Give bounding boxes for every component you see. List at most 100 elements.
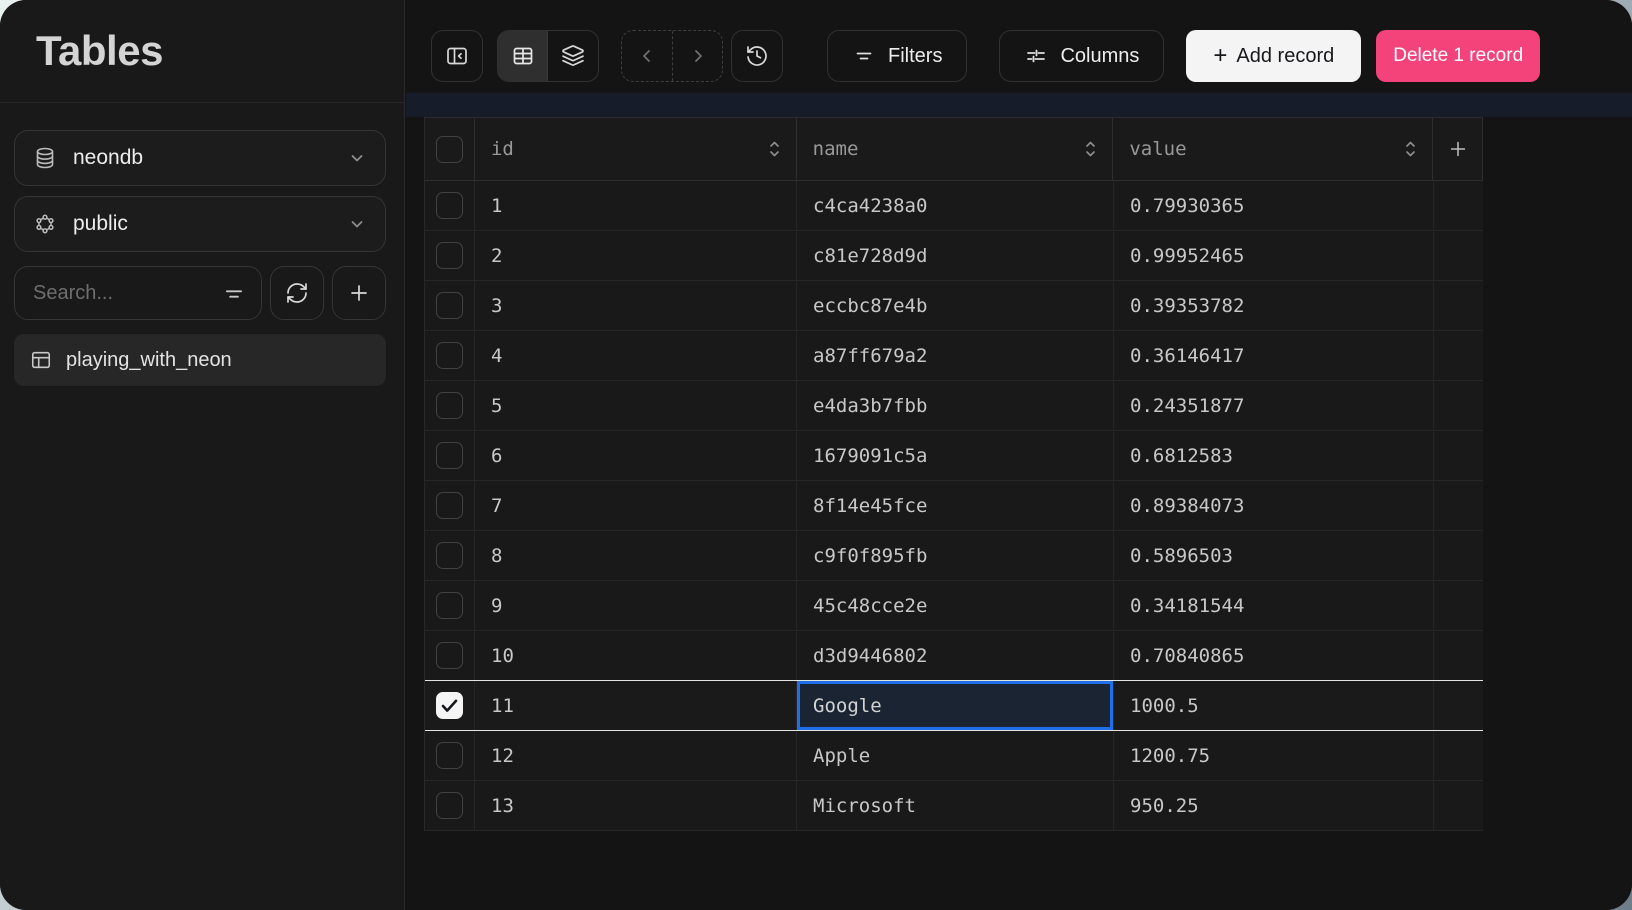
- row-checkbox[interactable]: [425, 481, 475, 530]
- cell-name[interactable]: Microsoft: [797, 781, 1114, 830]
- cell-name[interactable]: e4da3b7fbb: [797, 381, 1114, 430]
- add-table-button[interactable]: [332, 266, 386, 320]
- cell-name[interactable]: c4ca4238a0: [797, 181, 1114, 230]
- schema-select[interactable]: public: [14, 196, 386, 252]
- cell-id[interactable]: 7: [475, 481, 797, 530]
- cell-name[interactable]: c9f0f895fb: [797, 531, 1114, 580]
- cell-name[interactable]: 8f14e45fce: [797, 481, 1114, 530]
- row-checkbox-checked[interactable]: [425, 681, 475, 730]
- table-row: 3 eccbc87e4b 0.39353782: [425, 281, 1483, 331]
- cell-name[interactable]: a87ff679a2: [797, 331, 1114, 380]
- filters-button-label: Filters: [888, 45, 942, 68]
- cell-id[interactable]: 4: [475, 331, 797, 380]
- add-column-button[interactable]: [1433, 118, 1483, 181]
- cell-value[interactable]: 0.36146417: [1114, 331, 1434, 380]
- row-checkbox[interactable]: [425, 431, 475, 480]
- refresh-button[interactable]: [270, 266, 324, 320]
- cell-value[interactable]: 0.99952465: [1114, 231, 1434, 280]
- history-icon: [745, 44, 769, 68]
- cell-value[interactable]: 0.24351877: [1114, 381, 1434, 430]
- cell-id[interactable]: 1: [475, 181, 797, 230]
- cell-name[interactable]: 1679091c5a: [797, 431, 1114, 480]
- table-header-row: id name value: [425, 118, 1483, 181]
- row-checkbox[interactable]: [425, 731, 475, 780]
- row-checkbox[interactable]: [425, 381, 475, 430]
- sidebar-header: Tables: [0, 0, 404, 103]
- table-row-selected: 11 Google 1000.5: [425, 680, 1483, 731]
- add-record-button[interactable]: + Add record: [1186, 30, 1361, 82]
- sort-icon: [1083, 138, 1098, 160]
- cell-value[interactable]: 0.79930365: [1114, 181, 1434, 230]
- table-row: 8 c9f0f895fb 0.5896503: [425, 531, 1483, 581]
- chevron-left-icon: [637, 46, 657, 66]
- chevron-down-icon: [347, 148, 367, 168]
- cell-value[interactable]: 0.70840865: [1114, 631, 1434, 680]
- table-top-strip: [406, 93, 1632, 117]
- cell-id[interactable]: 5: [475, 381, 797, 430]
- cell-id[interactable]: 9: [475, 581, 797, 630]
- schema-icon: [33, 212, 57, 236]
- cell-id[interactable]: 3: [475, 281, 797, 330]
- cell-name[interactable]: 45c48cce2e: [797, 581, 1114, 630]
- chevron-down-icon: [347, 214, 367, 234]
- cell-id[interactable]: 11: [475, 681, 797, 730]
- sidebar-item-playing-with-neon[interactable]: playing_with_neon: [14, 334, 386, 386]
- cell-value[interactable]: 1200.75: [1114, 731, 1434, 780]
- layers-view-button[interactable]: [548, 31, 598, 81]
- cell-name[interactable]: d3d9446802: [797, 631, 1114, 680]
- delete-record-button[interactable]: Delete 1 record: [1376, 30, 1540, 82]
- column-header-id[interactable]: id: [475, 118, 797, 181]
- row-checkbox[interactable]: [425, 531, 475, 580]
- row-checkbox[interactable]: [425, 231, 475, 280]
- cell-value[interactable]: 0.89384073: [1114, 481, 1434, 530]
- row-checkbox[interactable]: [425, 331, 475, 380]
- cell-id[interactable]: 2: [475, 231, 797, 280]
- collapse-sidebar-button[interactable]: [431, 30, 483, 82]
- row-checkbox[interactable]: [425, 181, 475, 230]
- record-nav-group: [621, 30, 723, 82]
- table-row: 6 1679091c5a 0.6812583: [425, 431, 1483, 481]
- column-header-name[interactable]: name: [797, 118, 1114, 181]
- table-row: 2 c81e728d9d 0.99952465: [425, 231, 1483, 281]
- cell-id[interactable]: 6: [475, 431, 797, 480]
- cell-id[interactable]: 12: [475, 731, 797, 780]
- select-all-checkbox[interactable]: [425, 118, 475, 181]
- row-checkbox[interactable]: [425, 631, 475, 680]
- cell-id[interactable]: 8: [475, 531, 797, 580]
- cell-id[interactable]: 13: [475, 781, 797, 830]
- cell-name[interactable]: c81e728d9d: [797, 231, 1114, 280]
- cell-value[interactable]: 950.25: [1114, 781, 1434, 830]
- database-select[interactable]: neondb: [14, 130, 386, 186]
- panel-collapse-icon: [445, 44, 469, 68]
- table-row: 10 d3d9446802 0.70840865: [425, 631, 1483, 681]
- grid-view-button[interactable]: [498, 31, 548, 81]
- cell-name[interactable]: eccbc87e4b: [797, 281, 1114, 330]
- row-checkbox[interactable]: [425, 581, 475, 630]
- delete-record-label: Delete 1 record: [1393, 45, 1523, 67]
- cell-name-selected[interactable]: Google: [797, 681, 1114, 730]
- table-row: 1 c4ca4238a0 0.79930365: [425, 181, 1483, 231]
- cell-value[interactable]: 0.34181544: [1114, 581, 1434, 630]
- row-checkbox[interactable]: [425, 281, 475, 330]
- filters-button[interactable]: Filters: [827, 30, 967, 82]
- checkmark-icon: [436, 692, 463, 719]
- filter-lines-icon: [221, 281, 247, 307]
- columns-button[interactable]: Columns: [999, 30, 1164, 82]
- table-search-row: [14, 266, 386, 320]
- cell-value[interactable]: 1000.5: [1114, 681, 1434, 730]
- cell-value[interactable]: 0.5896503: [1114, 531, 1434, 580]
- cell-id[interactable]: 10: [475, 631, 797, 680]
- table-icon: [30, 349, 52, 371]
- sidebar-body: neondb: [0, 103, 404, 386]
- column-header-value[interactable]: value: [1113, 118, 1433, 181]
- row-checkbox[interactable]: [425, 781, 475, 830]
- next-page-button[interactable]: [672, 31, 722, 81]
- plus-icon: [1447, 138, 1469, 160]
- database-icon: [33, 146, 57, 170]
- cell-value[interactable]: 0.6812583: [1114, 431, 1434, 480]
- previous-page-button[interactable]: [622, 31, 672, 81]
- cell-name[interactable]: Apple: [797, 731, 1114, 780]
- history-button[interactable]: [731, 30, 783, 82]
- cell-value[interactable]: 0.39353782: [1114, 281, 1434, 330]
- sort-icon: [767, 138, 782, 160]
